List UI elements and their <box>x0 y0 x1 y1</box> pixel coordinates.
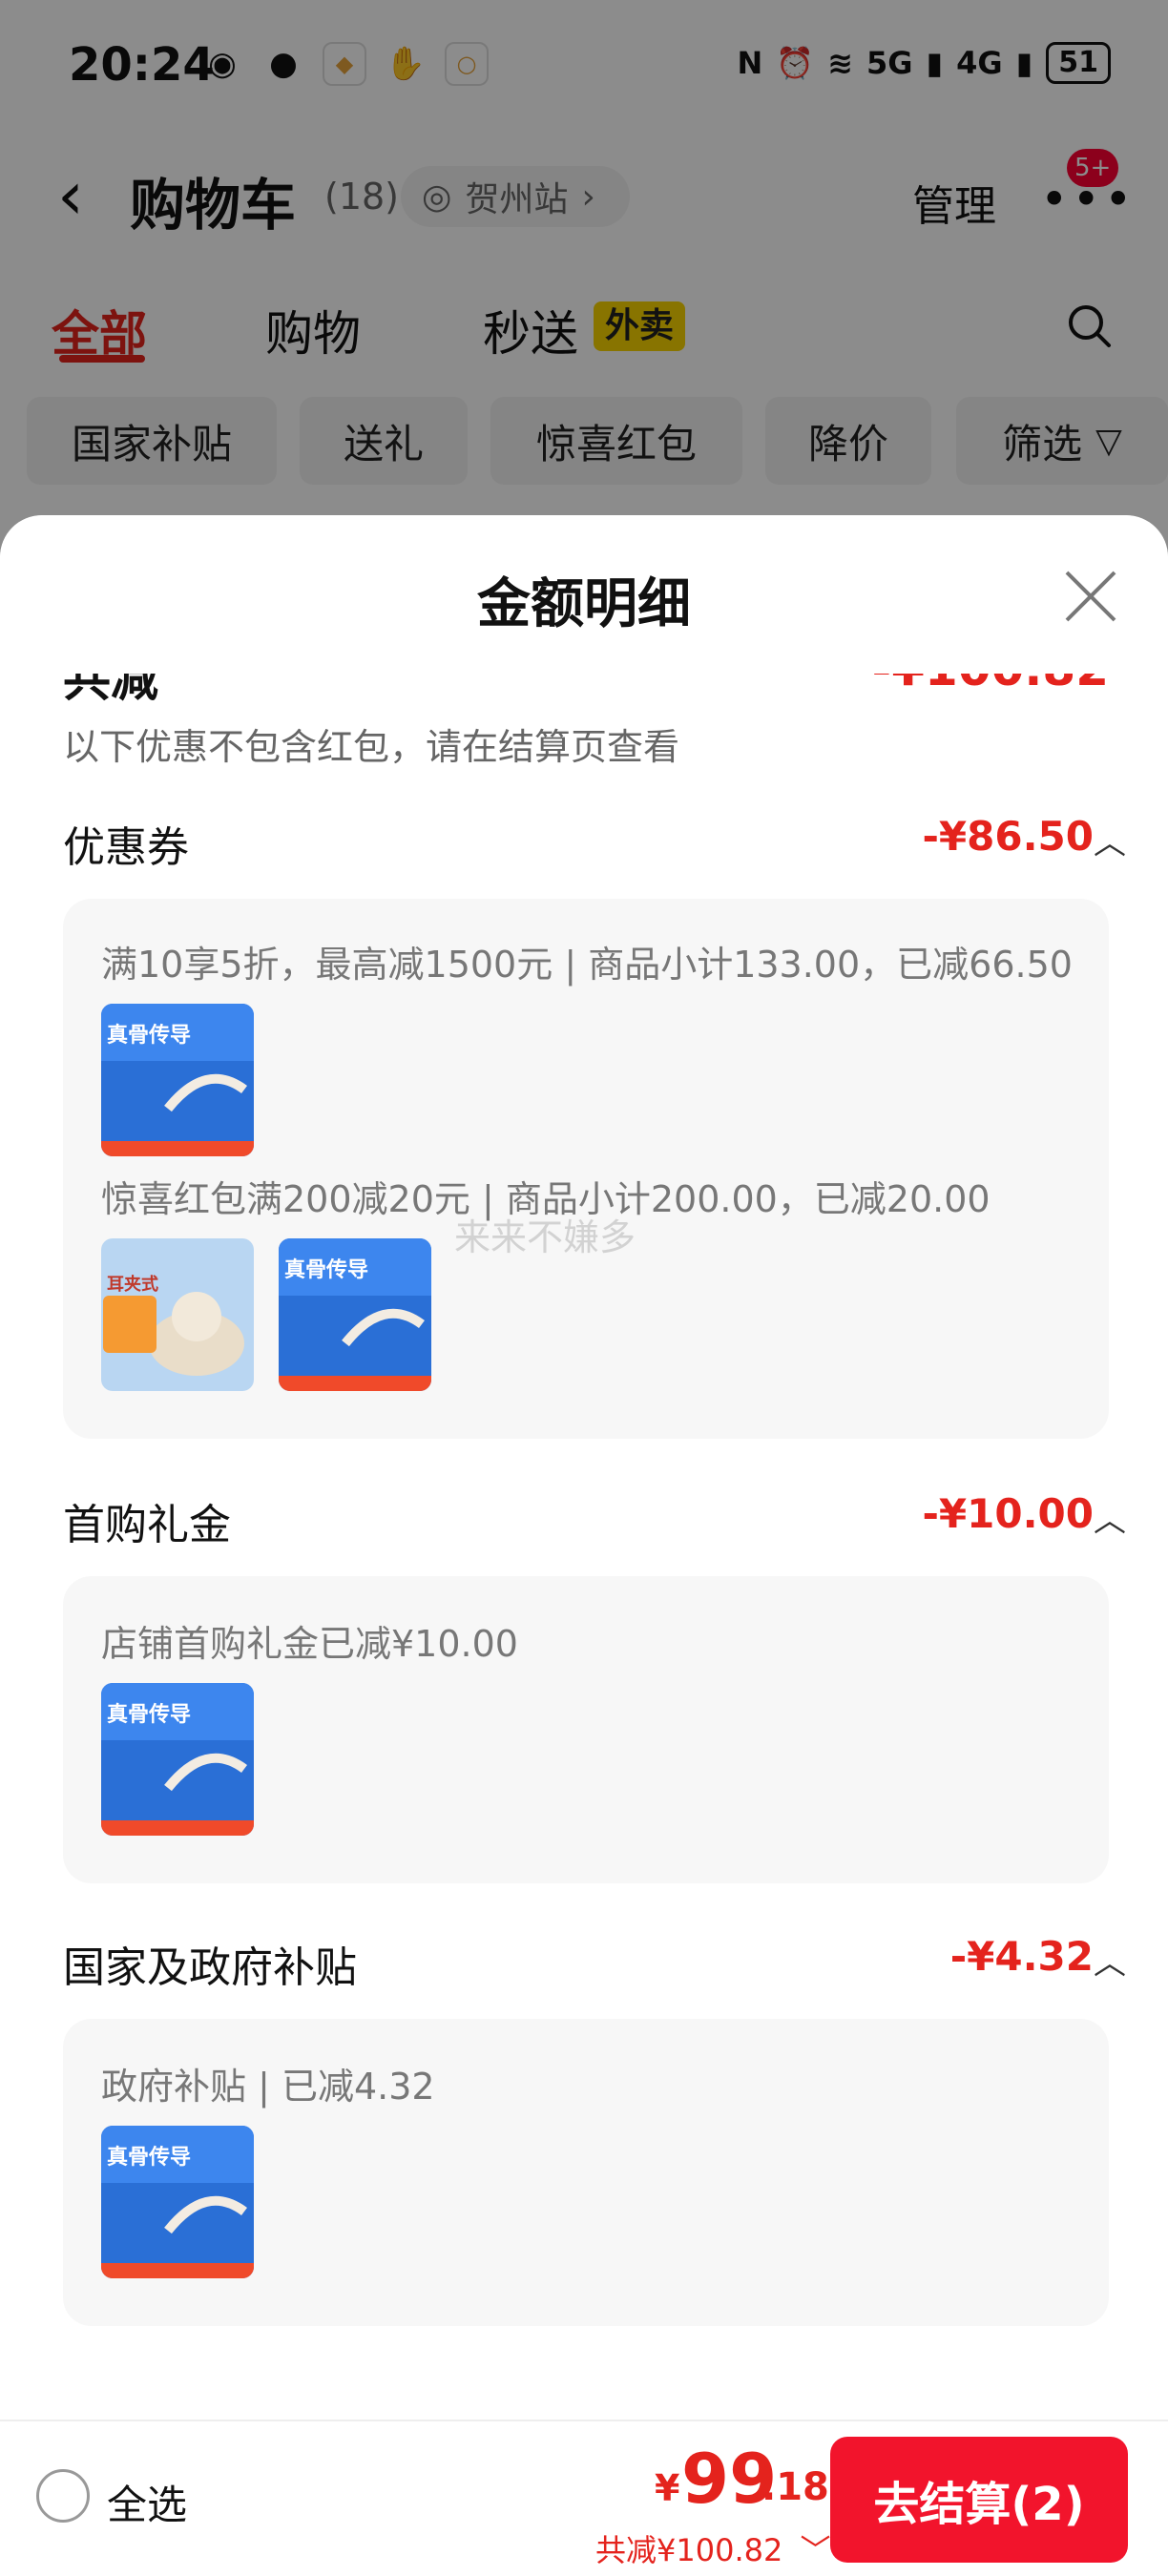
currency-symbol: ¥ <box>655 2467 680 2509</box>
bone-conduction-headset-image: 真骨传导 <box>101 2126 254 2278</box>
sheet-header: 金额明细 <box>0 515 1168 674</box>
subsidy-section-value: -¥4.32 <box>949 1933 1094 1980</box>
price-decimal: .18 <box>761 2465 829 2509</box>
coupon-section-label: 优惠券 <box>63 823 189 872</box>
product-thumbnail-earclip[interactable]: 耳夹式 <box>101 1238 254 1391</box>
coupon-section-value: -¥86.50 <box>922 813 1094 860</box>
first-purchase-detail-card: 店铺首购礼金已减¥10.00 真骨传导 <box>63 1576 1109 1883</box>
coupon-section-header[interactable]: 优惠券 -¥86.50 ︿ <box>63 813 1132 874</box>
subsidy-section-header[interactable]: 国家及政府补贴 -¥4.32 ︿ <box>63 1933 1132 1994</box>
saved-amount-label: 共减¥100.82 <box>595 2532 783 2568</box>
product-thumbnail-bone-conduction[interactable]: 真骨传导 <box>101 1683 254 1836</box>
bone-conduction-headset-image: 真骨传导 <box>101 1683 254 1836</box>
first-purchase-section-value: -¥10.00 <box>922 1490 1094 1537</box>
watermark-text: 来来不嫌多 <box>454 1216 636 1258</box>
close-icon[interactable] <box>1061 567 1120 626</box>
thumb-text: 耳夹式 <box>107 1274 158 1295</box>
chevron-down-icon: ﹀ <box>800 2532 831 2568</box>
first-purchase-section-label: 首购礼金 <box>63 1501 231 1549</box>
sheet-scroll-area[interactable]: 共减 -¥100.82 以下优惠不包含红包，请在结算页查看 优惠券 -¥86.5… <box>0 674 1168 2372</box>
first-purchase-detail-line: 店铺首购礼金已减¥10.00 <box>101 1623 518 1665</box>
thumb-text: 真骨传导 <box>107 1023 191 1048</box>
discount-note: 以下优惠不包含红包，请在结算页查看 <box>63 726 680 768</box>
sheet-title: 金额明细 <box>477 573 691 635</box>
thumb-text: 真骨传导 <box>107 1702 191 1727</box>
bone-conduction-headset-image: 真骨传导 <box>279 1238 431 1391</box>
coupon-detail-line: 满10享5折，最高减1500元 | 商品小计133.00，已减66.50 <box>101 944 1073 986</box>
amount-detail-sheet: 金额明细 共减 -¥100.82 以下优惠不包含红包，请在结算页查看 优惠券 -… <box>0 515 1168 2576</box>
thumb-text: 真骨传导 <box>284 1257 368 1282</box>
chevron-up-icon: ︿ <box>1094 824 1126 862</box>
subsidy-detail-card: 政府补贴 | 已减4.32 真骨传导 <box>63 2019 1109 2326</box>
total-discount-value: -¥100.82 <box>872 674 1110 696</box>
checkout-bar: 全选 ¥ 99 .18 共减¥100.82 ﹀ 去结算(2) <box>0 2420 1168 2576</box>
total-discount-row: 共减 -¥100.82 <box>63 674 1109 708</box>
chevron-up-icon: ︿ <box>1094 1502 1126 1540</box>
select-all-label[interactable]: 全选 <box>107 2473 187 2531</box>
saved-amount-toggle[interactable]: 共减¥100.82 ﹀ <box>595 2526 831 2570</box>
chevron-up-icon: ︿ <box>1094 1944 1126 1983</box>
product-thumbnail-bone-conduction[interactable]: 真骨传导 <box>101 1004 254 1156</box>
coupon-detail-card: 满10享5折，最高减1500元 | 商品小计133.00，已减66.50 真骨传… <box>63 899 1109 1439</box>
product-thumbnail-bone-conduction-2[interactable]: 真骨传导 <box>279 1238 431 1391</box>
subsidy-section-label: 国家及政府补贴 <box>63 1943 357 1992</box>
sheet-content: 共减 -¥100.82 以下优惠不包含红包，请在结算页查看 优惠券 -¥86.5… <box>25 674 1143 2372</box>
total-discount-label: 共减 <box>63 674 158 707</box>
earclip-earbuds-image: 耳夹式 <box>101 1238 254 1391</box>
checkout-button[interactable]: 去结算(2) <box>830 2437 1128 2563</box>
select-all-checkbox[interactable] <box>36 2469 90 2523</box>
total-price: ¥ 99 .18 <box>655 2439 829 2519</box>
product-thumbnail-bone-conduction[interactable]: 真骨传导 <box>101 2126 254 2278</box>
first-purchase-section-header[interactable]: 首购礼金 -¥10.00 ︿ <box>63 1490 1132 1551</box>
thumb-text: 真骨传导 <box>107 2145 191 2170</box>
bone-conduction-headset-image: 真骨传导 <box>101 1004 254 1156</box>
subsidy-detail-line: 政府补贴 | 已减4.32 <box>101 2066 435 2108</box>
